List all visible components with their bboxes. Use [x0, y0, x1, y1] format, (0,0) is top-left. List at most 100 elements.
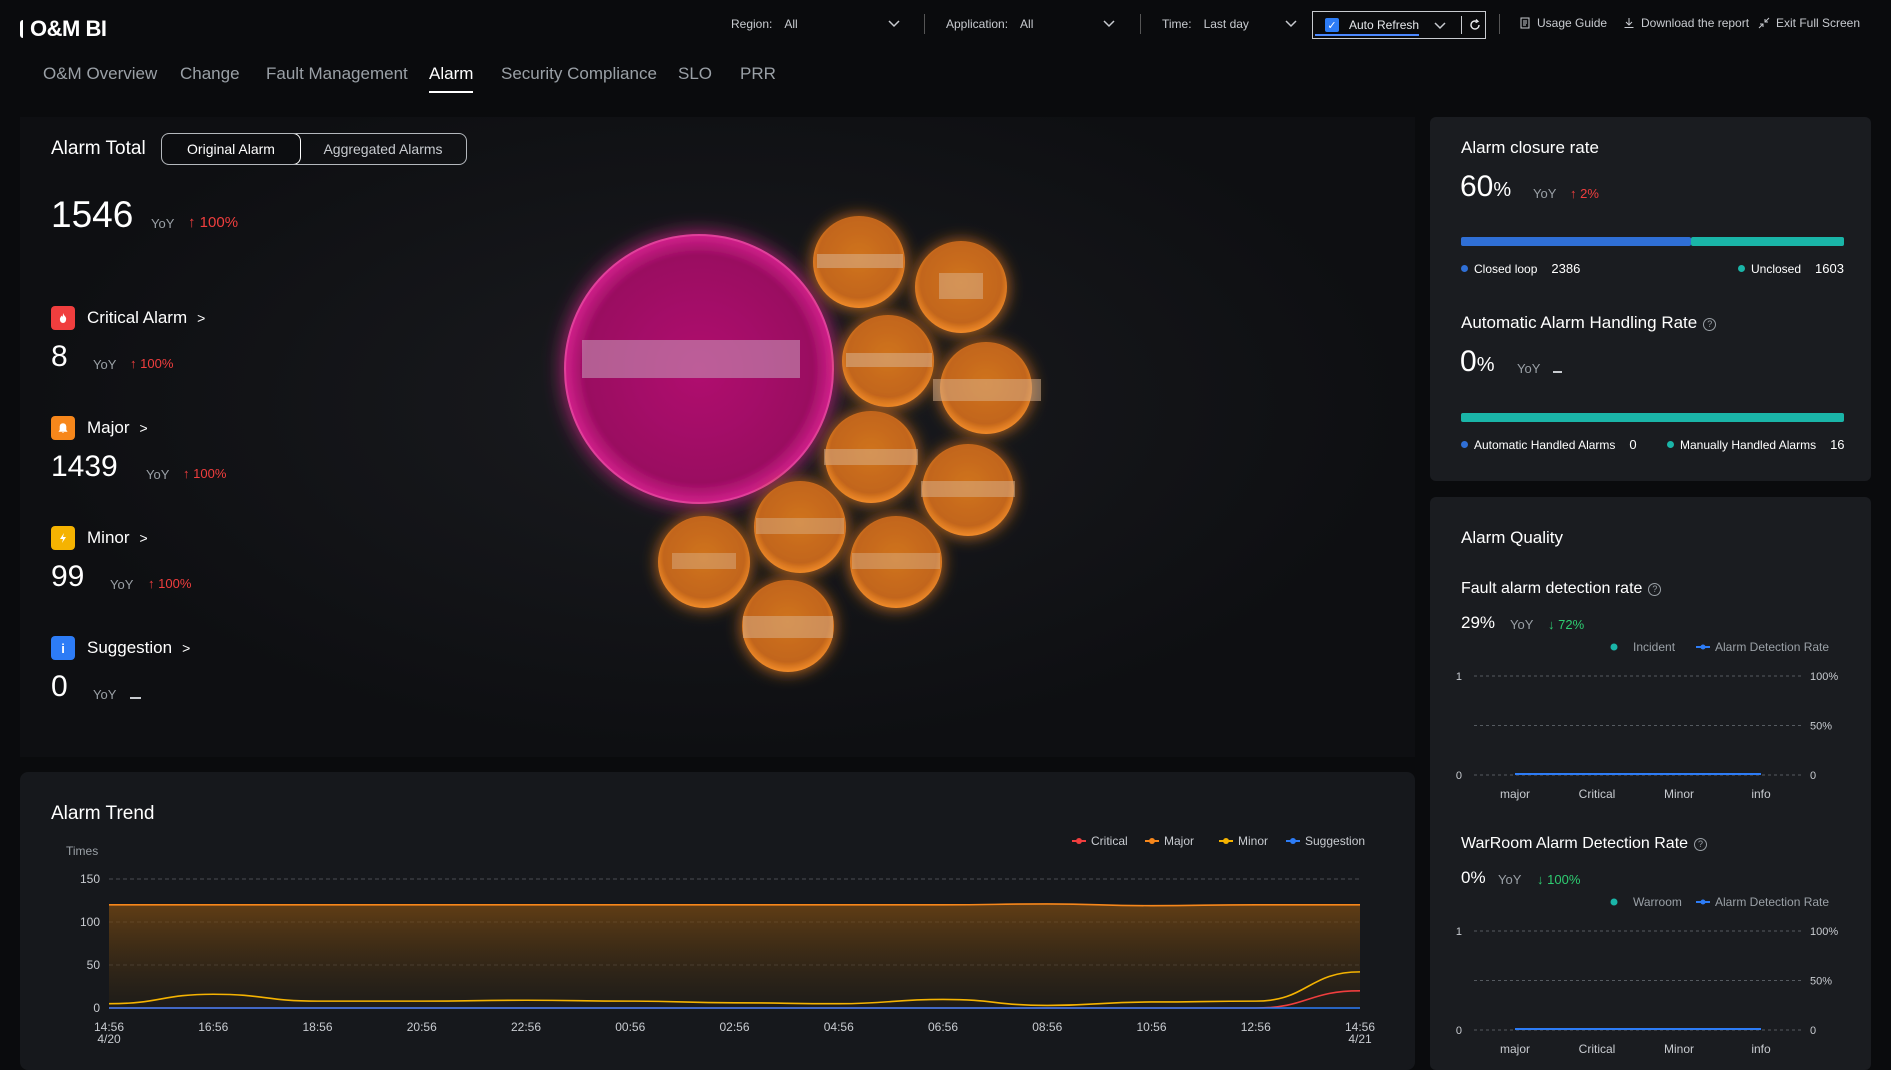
chevron-down-icon[interactable]: [1433, 18, 1447, 32]
critical-alarm-value: 8: [51, 340, 68, 373]
closure-yoy-label: YoY: [1533, 186, 1557, 201]
closure-number: 60: [1460, 170, 1494, 203]
application-filter[interactable]: Application: All: [946, 14, 1116, 34]
legend-alarm-detection-rate: Alarm Detection Rate: [1715, 895, 1829, 909]
tab-fault-management[interactable]: Fault Management: [266, 64, 408, 84]
region-label: Region:: [731, 17, 773, 31]
category-label: Critical: [1579, 787, 1616, 801]
legend-warroom: Warroom: [1633, 895, 1682, 909]
alarm-bubble[interactable]: [813, 216, 905, 308]
legend-dot: [1738, 265, 1745, 272]
right-tick-label: 100%: [1810, 926, 1838, 938]
category-label: major: [1500, 787, 1530, 801]
exit-full-screen-link[interactable]: Exit Full Screen: [1758, 16, 1860, 30]
legend-dot: [1223, 838, 1229, 844]
auto-refresh-label: Auto Refresh: [1349, 18, 1420, 32]
region-filter[interactable]: Region: All: [731, 14, 901, 34]
legend-incident: Incident: [1633, 640, 1676, 654]
legend-major: Major: [1164, 834, 1194, 848]
legend-dot: [1610, 898, 1618, 906]
category-label: Minor: [1664, 1042, 1694, 1056]
tab-prr[interactable]: PRR: [740, 64, 776, 84]
unclosed-value: 1603: [1815, 261, 1844, 276]
x-tick-label: 16:56: [198, 1020, 228, 1034]
divider: [1461, 16, 1463, 34]
alarm-bubble[interactable]: [658, 516, 750, 608]
help-icon[interactable]: ?: [1648, 583, 1662, 596]
fault-detection-yoy-label: YoY: [1510, 617, 1534, 632]
right-tick-label: 100%: [1810, 671, 1838, 683]
flame-icon: [51, 306, 75, 330]
help-icon[interactable]: ?: [1694, 838, 1708, 851]
alarm-total-yoy-value: 100%: [199, 214, 239, 231]
fault-detection-yoy-value: 72%: [1558, 617, 1585, 632]
refresh-icon[interactable]: [1468, 18, 1482, 32]
x-tick-label: 02:56: [719, 1020, 749, 1034]
app-logo: O&M BI: [20, 16, 107, 42]
time-label: Time:: [1162, 17, 1192, 31]
major-area: [109, 903, 1360, 1008]
critical-yoy-change: ↑ 100%: [130, 356, 174, 371]
tab-security-compliance[interactable]: Security Compliance: [501, 64, 657, 84]
right-tick-label: 50%: [1810, 721, 1832, 733]
alarm-bubble[interactable]: [754, 481, 846, 573]
tab-om-overview[interactable]: O&M Overview: [43, 64, 157, 84]
category-label: info: [1751, 1042, 1771, 1056]
closure-unit: %: [1493, 179, 1512, 201]
suggestion-value: 0: [51, 670, 68, 703]
left-tick-label: 0: [1456, 1025, 1462, 1037]
fault-detection-yoy-change: ↓ 72%: [1548, 617, 1585, 632]
x-tick-label: 18:56: [302, 1020, 332, 1034]
chevron-right-icon: >: [139, 530, 148, 546]
alarm-bubble[interactable]: [742, 580, 834, 672]
aggregated-alarms-option[interactable]: Aggregated Alarms: [300, 134, 466, 164]
legend-dot: [1700, 644, 1706, 650]
usage-guide-link[interactable]: Usage Guide: [1519, 16, 1607, 30]
left-tick-label: 1: [1456, 926, 1462, 938]
tab-slo[interactable]: SLO: [678, 64, 712, 84]
download-icon: [1624, 18, 1634, 28]
tab-alarm[interactable]: Alarm: [429, 64, 474, 93]
help-icon[interactable]: ?: [1703, 318, 1717, 331]
x-tick-label: 06:56: [928, 1020, 958, 1034]
legend-dot: [1290, 838, 1296, 844]
time-filter[interactable]: Time: Last day: [1162, 14, 1298, 34]
minor-yoy-change: ↑ 100%: [148, 576, 192, 591]
alarm-bubble[interactable]: [915, 241, 1007, 333]
major-yoy-value: 100%: [193, 466, 227, 481]
major-yoy-change: ↑ 100%: [183, 466, 227, 481]
chevron-right-icon: >: [139, 420, 148, 436]
original-alarm-option[interactable]: Original Alarm: [162, 134, 301, 164]
critical-alarm-label: Critical Alarm: [87, 308, 188, 327]
alarm-bubble-large[interactable]: [564, 234, 834, 504]
auto-handling-progress-bar: [1461, 413, 1844, 422]
closure-yoy-value: 2%: [1580, 186, 1599, 201]
critical-alarm-link[interactable]: Critical Alarm >: [51, 306, 205, 330]
x-tick-label: 12:56: [1241, 1020, 1271, 1034]
auto-handling-value: 0%: [1460, 345, 1494, 379]
y-tick-label: 100: [80, 915, 100, 929]
alarm-type-toggle: Original Alarm Aggregated Alarms: [161, 133, 467, 165]
alarm-bubble[interactable]: [850, 516, 942, 608]
warroom-detection-title-text: WarRoom Alarm Detection Rate: [1461, 835, 1689, 852]
tab-change[interactable]: Change: [180, 64, 240, 84]
auto-refresh-control[interactable]: ✓ Auto Refresh: [1312, 11, 1486, 39]
download-report-link[interactable]: Download the report: [1623, 16, 1749, 30]
fault-detection-number: 29: [1461, 613, 1480, 632]
category-label: Critical: [1579, 1042, 1616, 1056]
main-tabs: O&M Overview Change Fault Management Ala…: [0, 60, 900, 100]
alarm-bubble[interactable]: [842, 315, 934, 407]
minor-alarm-link[interactable]: Minor >: [51, 526, 148, 550]
category-label: Minor: [1664, 787, 1694, 801]
x-tick-date-label: 4/20: [97, 1032, 121, 1046]
suggestion-link[interactable]: i Suggestion >: [51, 636, 190, 660]
major-alarm-link[interactable]: Major >: [51, 416, 148, 440]
auto-refresh-checkbox[interactable]: ✓: [1325, 18, 1339, 32]
manual-handled-value: 16: [1830, 437, 1845, 452]
exit-full-screen-label: Exit Full Screen: [1776, 16, 1861, 30]
time-value: Last day: [1203, 17, 1249, 31]
left-tick-label: 1: [1456, 671, 1462, 683]
warroom-detection-yoy-change: ↓ 100%: [1537, 872, 1581, 887]
minor-yoy-label: YoY: [110, 577, 134, 592]
x-tick-date-label: 4/21: [1348, 1032, 1372, 1046]
